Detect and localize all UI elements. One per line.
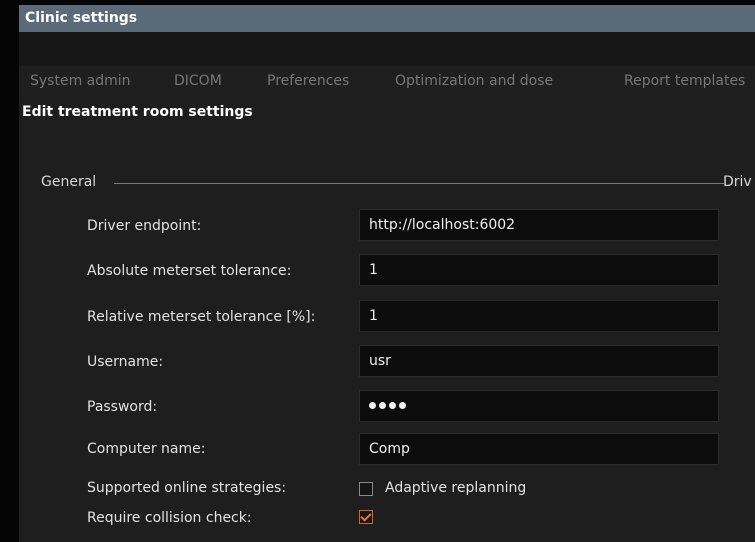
- page-title: Edit treatment room settings: [22, 104, 253, 120]
- tab-dicom[interactable]: DICOM: [174, 66, 222, 96]
- tab-report-templates[interactable]: Report templates: [624, 66, 745, 96]
- application-window: Clinic settings System admin DICOM Prefe…: [0, 0, 755, 542]
- tab-system-admin[interactable]: System admin: [30, 66, 131, 96]
- absolute-tolerance-input[interactable]: [359, 254, 719, 286]
- relative-tolerance-input[interactable]: [359, 300, 719, 332]
- header-band: [19, 32, 755, 66]
- online-strategies-label: Supported online strategies:: [87, 480, 287, 496]
- group-general-label: General: [41, 174, 97, 190]
- computer-name-input[interactable]: [359, 433, 719, 465]
- username-label: Username:: [87, 354, 164, 370]
- settings-panel: Edit treatment room settings General Dri…: [19, 96, 755, 542]
- adaptive-replanning-label[interactable]: Adaptive replanning: [385, 480, 526, 496]
- group-driver-label: Driv: [723, 174, 752, 190]
- username-input[interactable]: [359, 345, 719, 377]
- checkmark-icon: [360, 510, 372, 522]
- password-mask: [369, 396, 429, 416]
- collision-check-label: Require collision check:: [87, 510, 252, 526]
- collision-check-checkbox[interactable]: [359, 510, 373, 524]
- computer-name-label: Computer name:: [87, 441, 206, 457]
- tab-preferences[interactable]: Preferences: [267, 66, 349, 96]
- window-title: Clinic settings: [19, 5, 755, 32]
- tab-optimization-and-dose[interactable]: Optimization and dose: [395, 66, 553, 96]
- group-divider: [114, 183, 724, 184]
- settings-tabs: System admin DICOM Preferences Optimizat…: [19, 66, 755, 96]
- driver-endpoint-label: Driver endpoint:: [87, 218, 202, 234]
- relative-tolerance-label: Relative meterset tolerance [%]:: [87, 309, 316, 325]
- driver-endpoint-input[interactable]: [359, 209, 719, 241]
- adaptive-replanning-checkbox[interactable]: [359, 482, 373, 496]
- absolute-tolerance-label: Absolute meterset tolerance:: [87, 263, 292, 279]
- password-label: Password:: [87, 399, 158, 415]
